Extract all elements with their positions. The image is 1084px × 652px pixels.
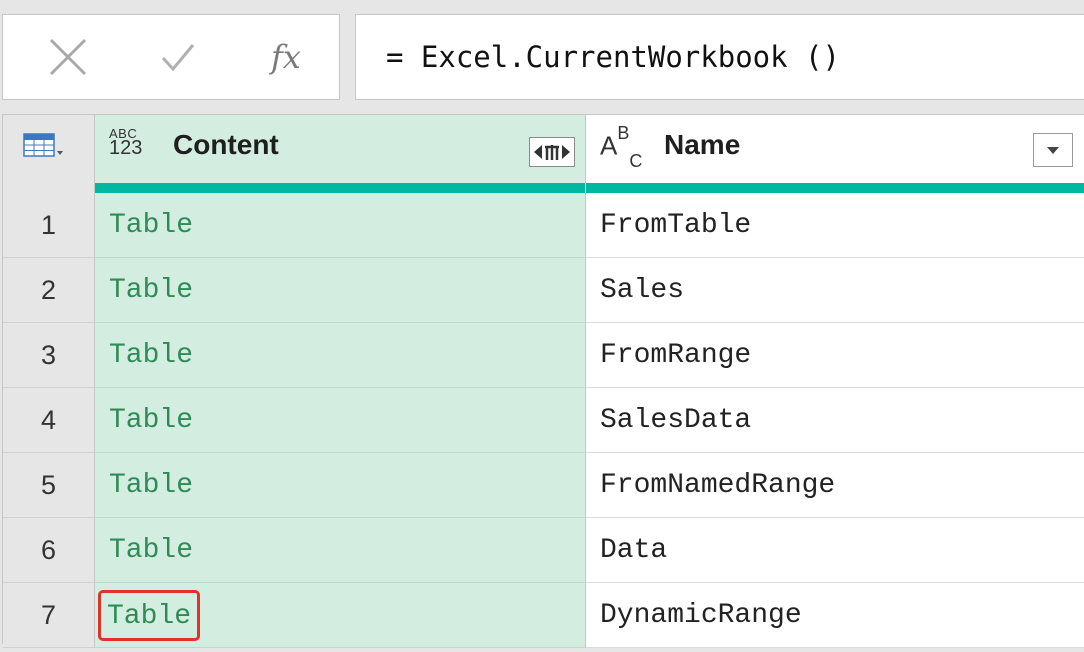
filter-dropdown-button[interactable] xyxy=(1033,133,1073,167)
content-cell[interactable]: Table xyxy=(95,258,586,323)
table-row[interactable]: 4 Table SalesData xyxy=(3,388,1084,453)
content-cell[interactable]: Table xyxy=(95,323,586,388)
row-number: 7 xyxy=(3,583,95,648)
table-link[interactable]: Table xyxy=(109,535,193,566)
name-cell[interactable]: SalesData xyxy=(586,388,1084,453)
table-row[interactable]: 3 Table FromRange xyxy=(3,323,1084,388)
column-header-label: Name xyxy=(664,129,741,160)
commit-button[interactable] xyxy=(151,15,205,99)
name-cell[interactable]: FromRange xyxy=(586,323,1084,388)
formula-input[interactable]: = Excel.CurrentWorkbook () xyxy=(355,14,1084,100)
fx-label: fx xyxy=(271,38,301,76)
abc123-type-icon[interactable]: ABC 123 xyxy=(109,127,142,159)
column-header-name[interactable]: ABC Name xyxy=(586,115,1084,183)
table-menu-corner[interactable] xyxy=(3,115,95,183)
formula-bar-buttons: fx xyxy=(2,14,340,100)
row-number: 2 xyxy=(3,258,95,323)
table-link[interactable]: Table xyxy=(109,405,193,436)
name-cell[interactable]: FromNamedRange xyxy=(586,453,1084,518)
table-link[interactable]: Table xyxy=(109,275,193,306)
expand-icon xyxy=(534,145,570,160)
table-link-highlighted[interactable]: Table xyxy=(97,589,201,641)
column-quality-bar xyxy=(586,183,1084,193)
content-cell[interactable]: Table xyxy=(95,453,586,518)
row-number: 4 xyxy=(3,388,95,453)
table-row[interactable]: 1 Table FromTable xyxy=(3,193,1084,258)
chevron-down-icon xyxy=(1047,147,1059,154)
content-cell[interactable]: Table xyxy=(95,518,586,583)
data-grid: ABC 123 Content ABC Name 1 Table FromTab… xyxy=(2,114,1084,648)
close-icon xyxy=(49,38,87,76)
insert-function-button[interactable]: fx xyxy=(251,15,321,99)
column-header-label: Content xyxy=(173,129,279,160)
column-quality-bar xyxy=(95,183,585,193)
table-row[interactable]: 5 Table FromNamedRange xyxy=(3,453,1084,518)
check-icon xyxy=(161,44,195,72)
quality-bar-spacer xyxy=(3,183,95,193)
name-cell[interactable]: FromTable xyxy=(586,193,1084,258)
content-cell[interactable]: Table xyxy=(95,388,586,453)
expand-column-button[interactable] xyxy=(529,137,575,167)
table-icon xyxy=(23,133,63,157)
table-row[interactable]: 2 Table Sales xyxy=(3,258,1084,323)
column-header-content[interactable]: ABC 123 Content xyxy=(95,115,586,183)
name-cell[interactable]: DynamicRange xyxy=(586,583,1084,648)
row-number: 1 xyxy=(3,193,95,258)
table-link[interactable]: Table xyxy=(109,470,193,501)
table-link[interactable]: Table xyxy=(109,340,193,371)
row-number: 6 xyxy=(3,518,95,583)
row-number: 5 xyxy=(3,453,95,518)
table-row[interactable]: 6 Table Data xyxy=(3,518,1084,583)
name-cell[interactable]: Data xyxy=(586,518,1084,583)
abc-text-type-icon[interactable]: ABC xyxy=(600,123,642,171)
content-cell[interactable]: Table xyxy=(95,193,586,258)
row-number: 3 xyxy=(3,323,95,388)
cancel-button[interactable] xyxy=(33,15,103,99)
table-row[interactable]: 7 Table DynamicRange xyxy=(3,583,1084,648)
name-cell[interactable]: Sales xyxy=(586,258,1084,323)
table-link[interactable]: Table xyxy=(109,210,193,241)
content-cell[interactable]: Table xyxy=(95,583,586,648)
